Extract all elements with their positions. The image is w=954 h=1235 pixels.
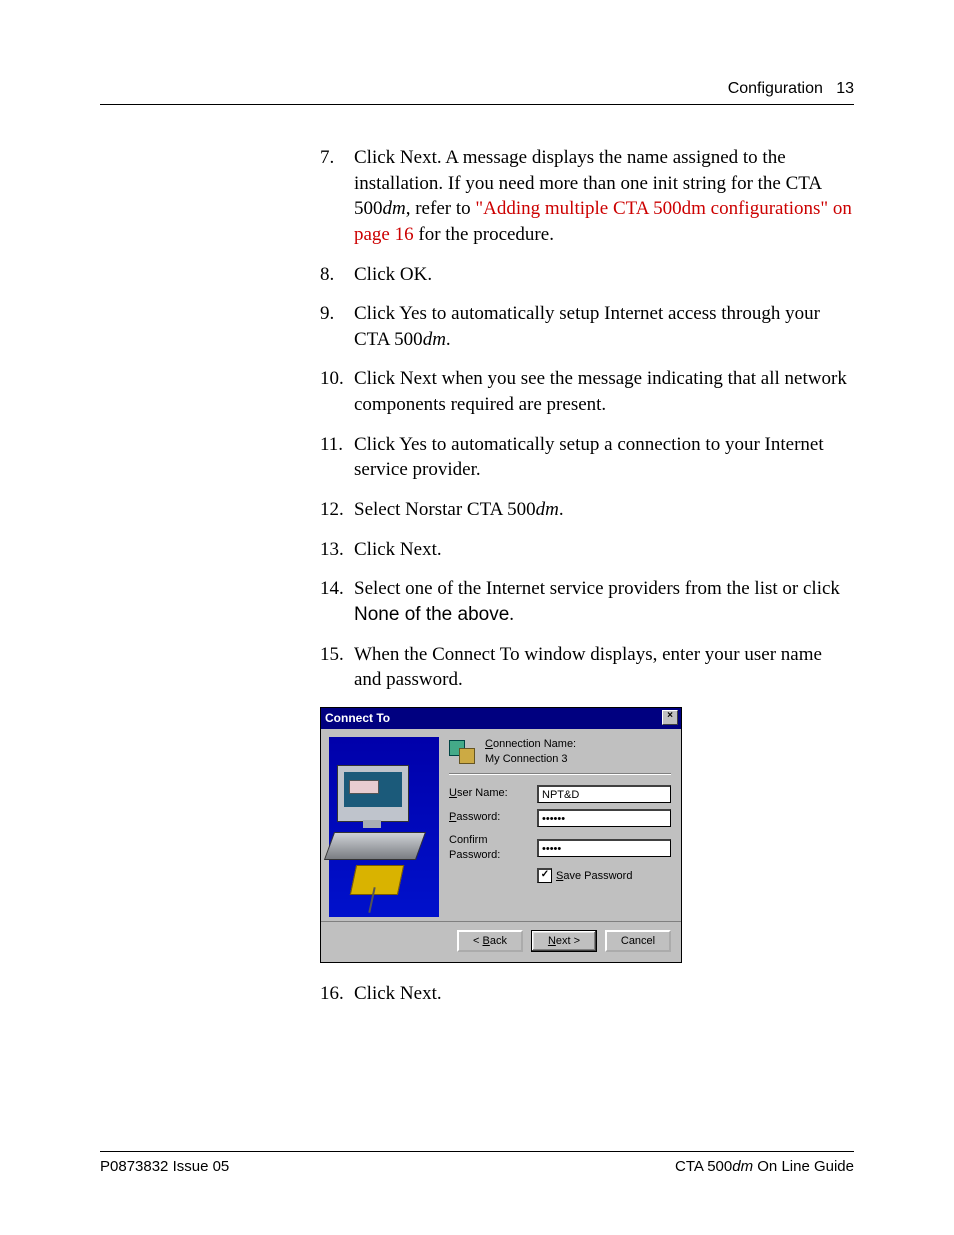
step-text: Click Next. bbox=[354, 981, 854, 1007]
connection-icon bbox=[449, 740, 475, 764]
page-header: Configuration 13 bbox=[100, 80, 854, 105]
cancel-button[interactable]: Cancel bbox=[605, 930, 671, 952]
step-number: 13. bbox=[320, 537, 354, 563]
step-number: 14. bbox=[320, 576, 354, 627]
next-button[interactable]: Next > bbox=[531, 930, 597, 952]
connection-name-value: My Connection 3 bbox=[485, 752, 576, 767]
step-text: Click Yes to automatically setup Interne… bbox=[354, 301, 854, 352]
step-list: 7. Click Next. A message displays the na… bbox=[320, 145, 854, 1007]
confirm-password-input[interactable]: ••••• bbox=[537, 839, 671, 857]
step-number: 9. bbox=[320, 301, 354, 352]
dialog-title: Connect To bbox=[325, 710, 390, 726]
wizard-graphic bbox=[329, 737, 439, 917]
step-number: 7. bbox=[320, 145, 354, 248]
step-number: 8. bbox=[320, 262, 354, 288]
password-label: Password: bbox=[449, 810, 537, 825]
connect-to-dialog: Connect To × Connection Name: M bbox=[320, 707, 682, 963]
step-text: When the Connect To window displays, ent… bbox=[354, 642, 854, 693]
connection-name-label: Connection Name: bbox=[485, 737, 576, 752]
back-button[interactable]: < Back bbox=[457, 930, 523, 952]
confirm-password-label: Confirm Password: bbox=[449, 833, 537, 863]
username-label: User Name: bbox=[449, 786, 537, 801]
dialog-titlebar: Connect To × bbox=[321, 708, 681, 729]
save-password-label: Save Password bbox=[556, 869, 632, 884]
footer-left: P0873832 Issue 05 bbox=[100, 1158, 229, 1175]
password-input[interactable]: •••••• bbox=[537, 809, 671, 827]
step-number: 11. bbox=[320, 432, 354, 483]
step-number: 12. bbox=[320, 497, 354, 523]
save-password-checkbox[interactable]: ✓ bbox=[537, 868, 552, 883]
footer-right: CTA 500dm On Line Guide bbox=[675, 1158, 854, 1175]
step-text: Click OK. bbox=[354, 262, 854, 288]
header-section: Configuration bbox=[728, 80, 823, 97]
close-button[interactable]: × bbox=[662, 710, 678, 725]
step-number: 10. bbox=[320, 366, 354, 417]
step-text: Click Next. A message displays the name … bbox=[354, 145, 854, 248]
username-input[interactable]: NPT&D bbox=[537, 785, 671, 803]
step-text: Select one of the Internet service provi… bbox=[354, 576, 854, 627]
step-text: Click Yes to automatically setup a conne… bbox=[354, 432, 854, 483]
page-footer: P0873832 Issue 05 CTA 500dm On Line Guid… bbox=[100, 1151, 854, 1175]
step-number: 15. bbox=[320, 642, 354, 693]
step-text: Select Norstar CTA 500dm. bbox=[354, 497, 854, 523]
step-text: Click Next when you see the message indi… bbox=[354, 366, 854, 417]
header-page-number: 13 bbox=[836, 80, 854, 97]
step-number: 16. bbox=[320, 981, 354, 1007]
step-text: Click Next. bbox=[354, 537, 854, 563]
